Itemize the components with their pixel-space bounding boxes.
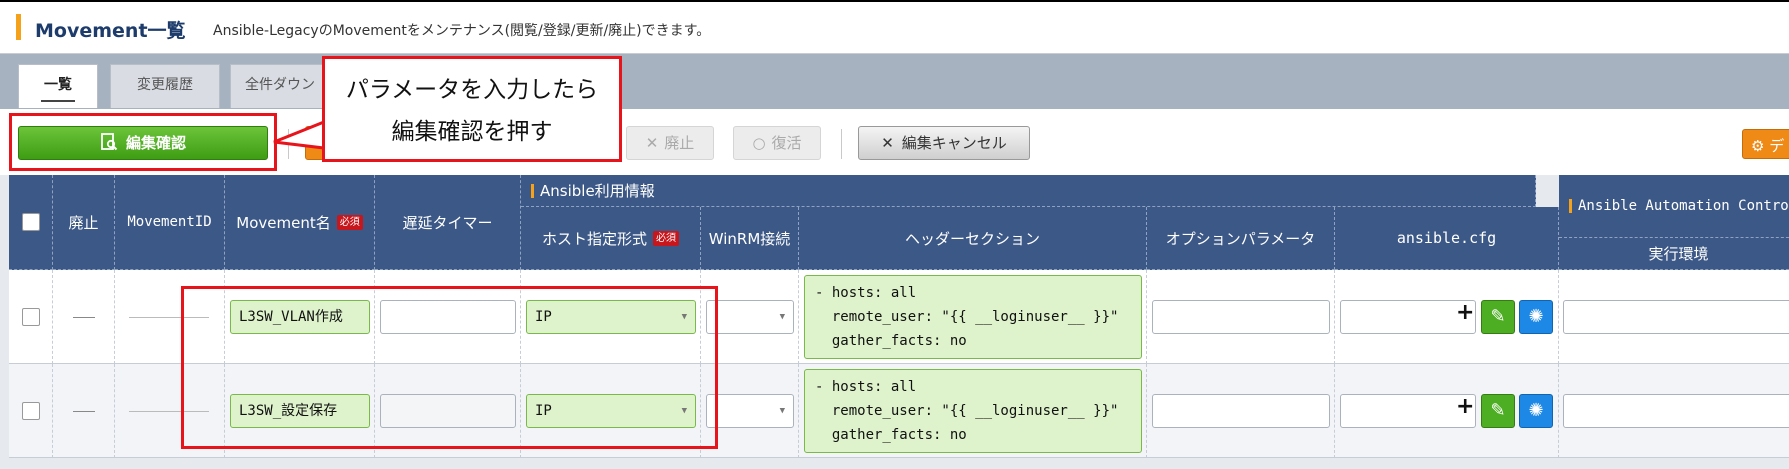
- settings-button[interactable]: ⚙ デ: [1742, 129, 1789, 159]
- required-badge: 必須: [336, 214, 363, 230]
- tab-history[interactable]: 変更履歴: [110, 64, 220, 108]
- annotation-highlight-confirm: [9, 113, 277, 171]
- tab-list-label: 一覧: [44, 77, 72, 93]
- annotation-callout: パラメータを入力したら 編集確認を押す: [322, 56, 622, 162]
- page-title: Movement一覧: [35, 20, 186, 42]
- option-param-cell: [1147, 270, 1335, 364]
- col-exec-env: 実行環境: [1559, 238, 1789, 270]
- edit-icon[interactable]: ✎: [1481, 394, 1515, 428]
- discard-label: 廃止: [664, 134, 695, 152]
- title-accent-bar: [16, 14, 21, 40]
- exec-env-input[interactable]: [1563, 300, 1789, 334]
- col-delay-timer: 遅延タイマー: [375, 175, 521, 270]
- ansible-cfg-cell: + ✎ ✺: [1335, 270, 1559, 364]
- col-movement-name-label: Movement名: [236, 213, 331, 232]
- col-winrm: WinRM接続: [701, 207, 799, 270]
- option-param-input[interactable]: [1152, 300, 1330, 334]
- col-discard: 廃止: [53, 175, 115, 270]
- exec-env-cell: [1559, 364, 1789, 458]
- group-accent-bar: [1569, 199, 1572, 213]
- option-param-cell: [1147, 364, 1335, 458]
- option-param-input[interactable]: [1152, 394, 1330, 428]
- settings-label: デ: [1769, 137, 1785, 155]
- plus-icon[interactable]: +: [1456, 300, 1474, 325]
- tab-download-all[interactable]: 全件ダウン: [230, 64, 330, 108]
- col-group-aac-label: Ansible Automation Contro: [1578, 198, 1789, 214]
- header-section-textarea[interactable]: - hosts: all remote_user: "{{ __loginuse…: [804, 369, 1142, 453]
- restore-label: 復活: [771, 134, 802, 152]
- page-description: Ansible-LegacyのMovementをメンテナンス(閲覧/登録/更新/…: [213, 23, 711, 39]
- required-badge: 必須: [653, 230, 679, 246]
- discard-cell: [53, 270, 115, 364]
- col-host-format: ホスト指定形式 必須: [521, 207, 701, 270]
- header-select-all: [9, 175, 53, 270]
- ansible-cfg-cell: + ✎ ✺: [1335, 364, 1559, 458]
- toolbar-divider: [841, 129, 842, 159]
- row-checkbox[interactable]: [22, 308, 40, 326]
- page-header: Movement一覧 Ansible-LegacyのMovementをメンテナン…: [0, 0, 1789, 54]
- discard-button[interactable]: ✕ 廃止: [626, 126, 714, 160]
- row-select-cell: [9, 270, 53, 364]
- annotation-highlight-params: [181, 286, 718, 449]
- x-icon: ✕: [881, 134, 894, 152]
- row-select-cell: [9, 364, 53, 458]
- callout-pointer: [273, 119, 326, 150]
- plus-icon[interactable]: +: [1456, 394, 1474, 419]
- tab-active-underline: [41, 100, 75, 102]
- winrm-select[interactable]: [706, 300, 794, 334]
- discard-cell: [53, 364, 115, 458]
- x-icon: ✕: [645, 134, 659, 152]
- exec-env-input[interactable]: [1563, 394, 1789, 428]
- circle-icon: ○: [752, 134, 766, 152]
- tab-history-label: 変更履歴: [137, 77, 193, 93]
- col-ansible-cfg: ansible.cfg: [1335, 207, 1559, 270]
- header-section-textarea[interactable]: - hosts: all remote_user: "{{ __loginuse…: [804, 275, 1142, 359]
- col-group-aac: Ansible Automation Contro: [1559, 175, 1789, 238]
- winrm-select[interactable]: [706, 394, 794, 428]
- spinner-icon[interactable]: ✺: [1519, 394, 1553, 428]
- tab-download-label: 全件ダウン: [245, 77, 315, 93]
- tab-list[interactable]: 一覧: [18, 64, 98, 108]
- callout-line-1: パラメータを入力したら: [345, 77, 599, 103]
- discard-dash: [73, 317, 95, 318]
- col-group-ansible: Ansible利用情報: [521, 175, 1536, 207]
- col-option-param: オプションパラメータ: [1147, 207, 1335, 270]
- col-movement-id: MovementID: [115, 175, 225, 270]
- col-group-ansible-label: Ansible利用情報: [540, 182, 655, 200]
- callout-line-2: 編集確認を押す: [391, 119, 553, 145]
- group-accent-bar: [531, 183, 534, 198]
- gear-icon: ⚙: [1751, 137, 1765, 155]
- col-header-section: ヘッダーセクション: [799, 207, 1147, 270]
- exec-env-cell: [1559, 270, 1789, 364]
- row-checkbox[interactable]: [22, 402, 40, 420]
- edit-cancel-label: 編集キャンセル: [901, 134, 1007, 152]
- edit-icon[interactable]: ✎: [1481, 300, 1515, 334]
- select-all-checkbox[interactable]: [22, 213, 40, 231]
- col-movement-name: Movement名 必須: [225, 175, 375, 270]
- edit-cancel-button[interactable]: ✕ 編集キャンセル: [858, 126, 1030, 160]
- restore-button[interactable]: ○ 復活: [733, 126, 821, 160]
- col-host-format-label: ホスト指定形式: [541, 229, 647, 248]
- tab-bar: 一覧 変更履歴 全件ダウン: [0, 54, 1789, 109]
- discard-dash: [73, 411, 95, 412]
- spinner-icon[interactable]: ✺: [1519, 300, 1553, 334]
